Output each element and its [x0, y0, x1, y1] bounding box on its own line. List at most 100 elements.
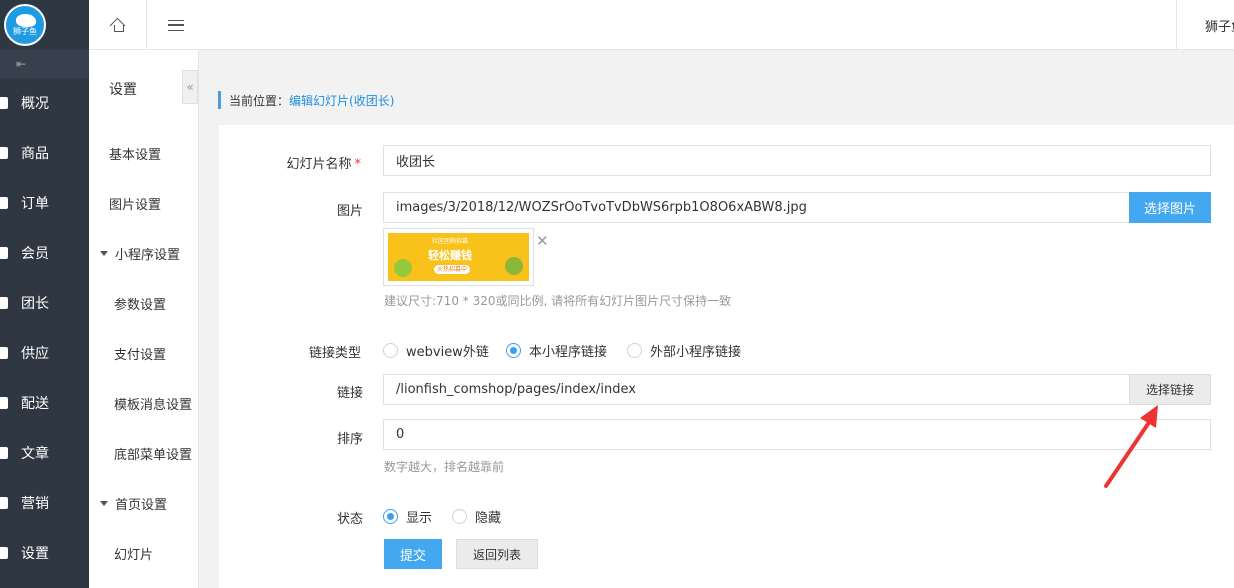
sidebar-item-label: 会员 [21, 246, 49, 262]
users-icon [0, 246, 8, 260]
sidebar-item-label: 配送 [21, 396, 49, 412]
logo-area: 狮子鱼 [0, 0, 89, 50]
checkbox-icon [0, 146, 8, 160]
breadcrumb: 当前位置： 编辑幻灯片(收团长) [218, 91, 394, 109]
submenu-group-miniprogram[interactable]: 小程序设置 [89, 228, 198, 278]
sidebar-item-supply[interactable]: 供应 [0, 328, 89, 378]
radio-webview[interactable]: webview外链 [383, 341, 489, 360]
submenu-item-slides[interactable]: 幻灯片 [89, 528, 198, 578]
fruit-graphic [505, 257, 523, 275]
submenu-item-template-msg[interactable]: 模板消息设置 [89, 378, 198, 428]
leader-icon [0, 296, 8, 310]
main-sidebar: 狮子鱼 ⇤ 概况 商品 订单 会员 团长 供应 配送 文章 营销 设置 [0, 0, 89, 588]
remove-image-icon[interactable]: ✕ [536, 232, 549, 250]
supply-icon [0, 346, 8, 360]
slide-name-label-text: 幻灯片名称 [286, 157, 352, 172]
required-mark: * [354, 157, 362, 172]
submenu-item-basic[interactable]: 基本设置 [89, 128, 198, 178]
sidebar-item-orders[interactable]: 订单 [0, 178, 89, 228]
compass-icon [0, 446, 8, 460]
image-size-hint: 建议尺寸:710 * 320或同比例, 请将所有幻灯片图片尺寸保持一致 [384, 294, 732, 308]
slide-name-input[interactable]: 收团长 [383, 145, 1211, 176]
sidebar-item-marketing[interactable]: 营销 [0, 478, 89, 528]
link-input[interactable]: /lionfish_comshop/pages/index/index [383, 374, 1130, 405]
submenu-item-label: 基本设置 [109, 147, 162, 163]
menu-button[interactable] [147, 0, 205, 50]
submenu-collapse-button[interactable]: « [182, 70, 198, 104]
settings-submenu: 设置 基本设置 图片设置 小程序设置 参数设置 支付设置 模板消息设置 底部菜单… [89, 50, 199, 588]
sidebar-item-articles[interactable]: 文章 [0, 428, 89, 478]
sort-hint: 数字越大，排名越靠前 [384, 460, 505, 474]
submenu-item-label: 小程序设置 [115, 247, 181, 263]
double-chevron-left-icon: « [186, 80, 194, 94]
choose-image-button[interactable]: 选择图片 [1129, 192, 1211, 223]
image-path-input[interactable]: images/3/2018/12/WOZSrOoTvoTvDbWS6rpb1O8… [383, 192, 1130, 223]
back-to-list-button[interactable]: 返回列表 [456, 539, 538, 569]
sidebar-item-label: 概况 [21, 96, 49, 112]
submit-button[interactable]: 提交 [384, 539, 442, 569]
thumb-badge: 火热招募中 [434, 265, 470, 274]
home-button[interactable] [89, 0, 147, 50]
link-value: /lionfish_comshop/pages/index/index [396, 382, 636, 397]
radio-label: 显示 [406, 511, 433, 526]
sidebar-item-overview[interactable]: 概况 [0, 78, 89, 128]
submenu-item-label: 底部菜单设置 [114, 447, 193, 463]
radio-label: 外部小程序链接 [650, 345, 742, 360]
top-bar: 狮子鱼 [89, 0, 1234, 50]
radio-circle [627, 343, 642, 358]
sort-input[interactable]: 0 [383, 419, 1211, 450]
sidebar-collapse-toggle[interactable]: ⇤ [0, 50, 89, 78]
caret-down-icon [100, 500, 108, 506]
link-label: 链接 [336, 386, 363, 401]
thumb-main-text: 轻松赚钱 [428, 249, 472, 262]
sidebar-item-label: 设置 [21, 546, 49, 562]
image-path-value: images/3/2018/12/WOZSrOoTvoTvDbWS6rpb1O8… [396, 200, 807, 215]
link-type-label: 链接类型 [308, 346, 361, 361]
sort-value: 0 [396, 427, 405, 442]
submenu-item-label: 参数设置 [114, 297, 167, 313]
submenu-group-home[interactable]: 首页设置 [89, 478, 198, 528]
user-name: 狮子鱼 [1205, 19, 1234, 35]
logo-text: 狮子鱼 [13, 27, 37, 36]
breadcrumb-current[interactable]: 编辑幻灯片(收团长) [289, 92, 394, 109]
sidebar-item-label: 营销 [21, 496, 49, 512]
slide-name-label: 幻灯片名称 * [281, 153, 361, 172]
submenu-item-payment[interactable]: 支付设置 [89, 328, 198, 378]
edit-slide-form: 幻灯片名称 * 收团长 图片 images/3/2018/12/WOZSrOoTv… [219, 125, 1234, 588]
submenu-item-label: 幻灯片 [114, 547, 154, 563]
sort-label: 排序 [336, 432, 363, 447]
radio-circle [383, 343, 398, 358]
submenu-item-params[interactable]: 参数设置 [89, 278, 198, 328]
slide-name-value: 收团长 [396, 155, 436, 170]
user-menu[interactable]: 狮子鱼 [1176, 0, 1234, 50]
radio-label: 隐藏 [475, 511, 502, 526]
submenu-item-images[interactable]: 图片设置 [89, 178, 198, 228]
radio-status-hide[interactable]: 隐藏 [452, 507, 501, 526]
sidebar-item-goods[interactable]: 商品 [0, 128, 89, 178]
sidebar-item-delivery[interactable]: 配送 [0, 378, 89, 428]
home-icon [0, 96, 8, 110]
hamburger-icon [168, 19, 184, 31]
fruit-graphic [394, 259, 412, 277]
radio-other-miniprogram[interactable]: 外部小程序链接 [627, 341, 741, 360]
submenu-item-label: 图片设置 [109, 197, 162, 213]
image-preview: 社区团购招募 轻松赚钱 火热招募中 [383, 228, 534, 286]
gear-icon [0, 546, 8, 560]
submenu-item-bottom-menu[interactable]: 底部菜单设置 [89, 428, 198, 478]
house-icon [111, 18, 125, 32]
collapse-icon: ⇤ [16, 57, 27, 71]
truck-icon [0, 396, 8, 410]
annotation-arrow-icon [1104, 405, 1158, 488]
radio-circle-selected [383, 509, 398, 524]
brand-logo[interactable]: 狮子鱼 [4, 4, 46, 46]
radio-label: 本小程序链接 [529, 345, 608, 360]
sidebar-item-leaders[interactable]: 团长 [0, 278, 89, 328]
submenu-item-label: 模板消息设置 [114, 397, 193, 413]
radio-status-show[interactable]: 显示 [383, 507, 432, 526]
sidebar-item-members[interactable]: 会员 [0, 228, 89, 278]
gift-icon [0, 496, 8, 510]
radio-circle-selected [506, 343, 521, 358]
radio-this-miniprogram[interactable]: 本小程序链接 [506, 341, 607, 360]
breadcrumb-prefix: 当前位置： [229, 93, 290, 108]
sidebar-item-settings[interactable]: 设置 [0, 528, 89, 578]
